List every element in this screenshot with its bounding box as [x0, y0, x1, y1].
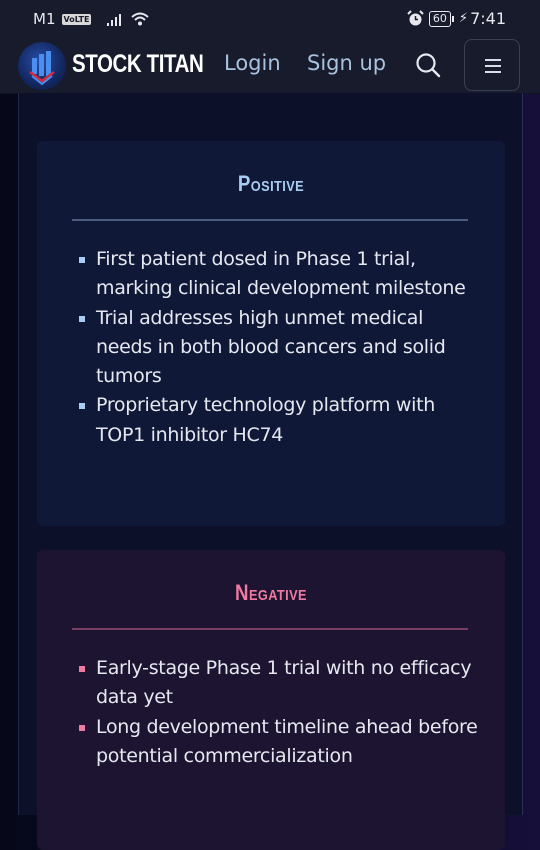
login-link[interactable]: Login	[224, 51, 281, 75]
bullet-icon	[79, 315, 85, 322]
positive-list: First patient dosed in Phase 1 trial, ma…	[79, 245, 479, 450]
list-item-text: Trial addresses high unmet medical needs…	[96, 306, 446, 388]
brand-name[interactable]: STOCK TITAN	[72, 50, 204, 79]
negative-title: Negative	[235, 580, 307, 605]
carrier-label: M1	[33, 10, 56, 28]
battery-icon: 60	[428, 10, 454, 27]
list-item-text: First patient dosed in Phase 1 trial, ma…	[96, 248, 466, 300]
divider	[72, 628, 468, 630]
list-item: Trial addresses high unmet medical needs…	[79, 304, 479, 392]
bullet-icon	[79, 666, 85, 672]
signal-icon	[107, 14, 122, 26]
positive-card: Positive First patient dosed in Phase 1 …	[37, 141, 505, 526]
list-item: Long development timeline ahead before p…	[79, 713, 479, 772]
menu-icon-bar	[485, 65, 501, 67]
list-item: First patient dosed in Phase 1 trial, ma…	[79, 245, 479, 304]
list-item-text: Early-stage Phase 1 trial with no effica…	[96, 657, 472, 709]
menu-icon-bar	[485, 71, 501, 73]
wifi-icon	[131, 12, 150, 26]
negative-list: Early-stage Phase 1 trial with no effica…	[79, 654, 479, 771]
list-item: Proprietary technology platform with TOP…	[79, 391, 479, 450]
sentiment-panel: Positive First patient dosed in Phase 1 …	[18, 93, 523, 850]
list-item-text: Long development timeline ahead before p…	[96, 715, 478, 767]
top-navbar: STOCK TITAN Login Sign up	[0, 38, 540, 94]
battery-level: 60	[432, 11, 447, 25]
volte-badge: VoLTE	[61, 13, 92, 25]
status-bar: M1 VoLTE 60 ⚡ 7:41	[0, 0, 540, 38]
list-item: Early-stage Phase 1 trial with no effica…	[79, 654, 479, 713]
alarm-icon	[407, 10, 424, 26]
divider	[72, 219, 468, 221]
negative-card: Negative Early-stage Phase 1 trial with …	[37, 550, 505, 850]
signup-link[interactable]: Sign up	[307, 51, 386, 75]
bullet-icon	[79, 257, 85, 263]
search-icon[interactable]	[414, 51, 442, 79]
bullet-icon	[79, 403, 85, 410]
list-item-text: Proprietary technology platform with TOP…	[96, 394, 435, 446]
bullet-icon	[79, 724, 85, 731]
menu-button[interactable]	[464, 39, 520, 91]
clock: 7:41	[470, 9, 506, 28]
positive-title: Positive	[237, 171, 305, 196]
charging-icon: ⚡	[458, 11, 469, 26]
logo-icon[interactable]	[18, 42, 66, 90]
menu-icon	[485, 59, 501, 61]
